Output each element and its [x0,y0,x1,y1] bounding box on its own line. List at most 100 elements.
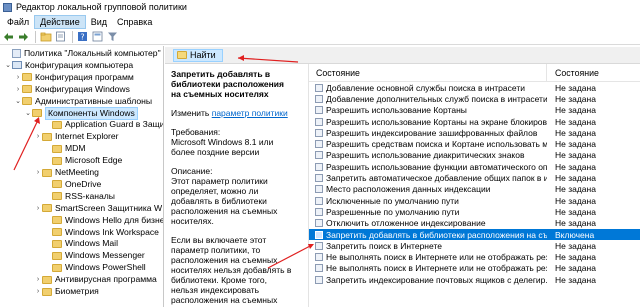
policy-name: Запретить автоматическое добавление общи… [326,173,547,184]
view-icon[interactable] [91,30,104,43]
toolbar: ? [0,29,640,45]
policy-row[interactable]: Запретить автоматическое добавление общи… [309,172,640,183]
folder-icon [42,168,52,177]
policy-setting-icon [315,219,323,228]
policy-row[interactable]: Место расположения данных индексации Не з… [309,184,640,195]
folder-icon [32,109,42,117]
policy-row[interactable]: Запретить поиск в Интернете Не задана [309,240,640,251]
tree-item[interactable]: › Антивирусная программа [34,274,157,285]
policy-name-cell: Место расположения данных индексации [309,184,547,194]
expand-chevron-icon[interactable]: ⌄ [14,96,22,107]
policy-row[interactable]: Отключить отложенное индексирование Не за… [309,218,640,229]
edit-policy-link[interactable]: параметр политики [212,108,288,118]
tree-item-label: Политика "Локальный компьютер" [24,48,161,58]
menu-file[interactable]: Файл [2,15,34,29]
policy-row[interactable]: Разрешить использование диакритических з… [309,150,640,161]
tree-item[interactable]: Application Guard в Защи [44,119,163,130]
expand-chevron-icon[interactable]: ⌄ [24,108,32,119]
edit-policy-prefix: Изменить [171,108,210,118]
expand-chevron-icon[interactable]: › [34,167,42,178]
policy-row[interactable]: Разрешенные по умолчанию пути Не задана [309,206,640,217]
folder-icon [52,239,62,248]
policy-row[interactable]: Разрешить использование Кортаны на экран… [309,116,640,127]
policy-state: Не задана [555,184,596,195]
policy-list[interactable]: Состояние Состояние Добавление основной … [308,64,640,307]
tree-item[interactable]: Windows Messenger [44,250,145,261]
menu-help[interactable]: Справка [112,15,157,29]
tree-item[interactable]: Windows Hello для бизнес [44,215,163,226]
tree-item[interactable]: Microsoft Edge [44,155,122,166]
menu-view[interactable]: Вид [86,15,112,29]
window-title: Редактор локальной групповой политики [16,2,187,12]
tree-item[interactable]: OneDrive [44,179,101,190]
tree-item[interactable]: Windows PowerShell [44,262,146,273]
policy-state: Не задана [555,82,596,93]
tree-item[interactable]: Политика "Локальный компьютер" [4,48,161,59]
expand-chevron-icon[interactable]: › [34,131,42,142]
policy-setting-icon [315,207,323,216]
folder-icon [22,85,32,94]
policy-name: Запретить поиск в Интернете [326,240,442,251]
tree-pane[interactable]: Политика "Локальный компьютер" ⌄ Конфигура… [0,46,164,307]
expand-chevron-icon[interactable]: › [34,274,42,285]
policy-state: Не задана [555,139,596,150]
policy-row[interactable]: Разрешить средствам поиска и Кортане исп… [309,138,640,149]
tree-item[interactable]: Windows Mail [44,238,118,249]
tree-item[interactable]: ⌄ Конфигурация компьютера [4,60,133,71]
policy-row[interactable]: Не выполнять поиск в Интернете или не от… [309,251,640,262]
policy-name: Исключенные по умолчанию пути [326,195,459,206]
policy-name: Добавление дополнительных служб поиска в… [326,93,547,104]
policy-row[interactable]: Разрешить использование Кортаны Не задана [309,105,640,116]
description-block: Описание: Этот параметр политики определ… [171,166,295,226]
column-header-state[interactable]: Состояние [547,64,599,82]
tree-item[interactable]: › NetMeeting [34,167,99,178]
policy-row[interactable]: Добавление основной службы поиска в интр… [309,82,640,93]
expand-chevron-icon[interactable]: › [34,286,42,297]
column-header-setting[interactable]: Состояние [309,64,547,82]
policy-name: Не выполнять поиск в Интернете или не от… [326,263,547,274]
policy-state: Не задана [555,93,596,104]
policy-row[interactable]: Не выполнять поиск в Интернете или не от… [309,263,640,274]
expand-chevron-icon[interactable]: › [34,203,42,214]
back-arrow-icon[interactable] [2,30,15,43]
tree-item-label: Конфигурация компьютера [25,59,134,70]
description-text: Этот параметр политики определяет, можно… [171,176,278,226]
policy-setting-icon [315,106,323,115]
toolbar-separator [72,30,73,43]
title-bar: Редактор локальной групповой политики [0,0,640,14]
tree-item[interactable]: › Конфигурация программ [14,72,134,83]
properties-icon[interactable] [54,30,67,43]
expand-chevron-icon[interactable]: › [14,72,22,83]
policy-title: Запретить добавлять в библиотеки располо… [171,69,284,99]
policy-row[interactable]: Запретить индексирование почтовых ящиков… [309,274,640,285]
tree-item[interactable]: ⌄ Административные шаблоны [14,96,152,107]
svg-text:?: ? [80,33,84,42]
tree-item[interactable]: MDM [44,143,86,154]
expand-chevron-icon[interactable]: › [14,84,22,95]
policy-row[interactable]: Запретить добавлять в библиотеки располо… [309,228,640,241]
tree-item[interactable]: › Конфигурация Windows [14,84,130,95]
filter-icon[interactable] [106,30,119,43]
menu-action[interactable]: Действие [34,14,86,29]
policy-row[interactable]: Разрешить индексирование зашифрованных ф… [309,127,640,138]
policy-name-cell: Разрешенные по умолчанию пути [309,207,547,217]
folder-header-label[interactable]: Найти [173,48,223,62]
tree-item[interactable]: › Internet Explorer [34,131,119,142]
policy-name-cell: Запретить поиск в Интернете [309,241,547,251]
policy-row[interactable]: Разрешить использование функции автомати… [309,161,640,172]
tree-item[interactable]: › SmartScreen Защитника W [34,203,162,214]
policy-row[interactable]: Добавление дополнительных служб поиска в… [309,93,640,104]
tree-item[interactable]: Windows Ink Workspace [44,227,159,238]
help-icon[interactable]: ? [76,30,89,43]
expand-chevron-icon[interactable]: ⌄ [4,60,12,71]
tree-item[interactable]: ⌄ Компоненты Windows [24,106,138,120]
policy-setting-icon [315,196,323,205]
folder-up-icon[interactable] [39,30,52,43]
policy-name-cell: Добавление основной службы поиска в интр… [309,83,547,93]
folder-icon [52,144,62,153]
tree-item[interactable]: RSS-каналы [44,191,115,202]
policy-row[interactable]: Исключенные по умолчанию пути Не задана [309,195,640,206]
forward-arrow-icon[interactable] [17,30,30,43]
policy-state: Не задана [555,206,596,217]
tree-item[interactable]: › Биометрия [34,286,99,297]
